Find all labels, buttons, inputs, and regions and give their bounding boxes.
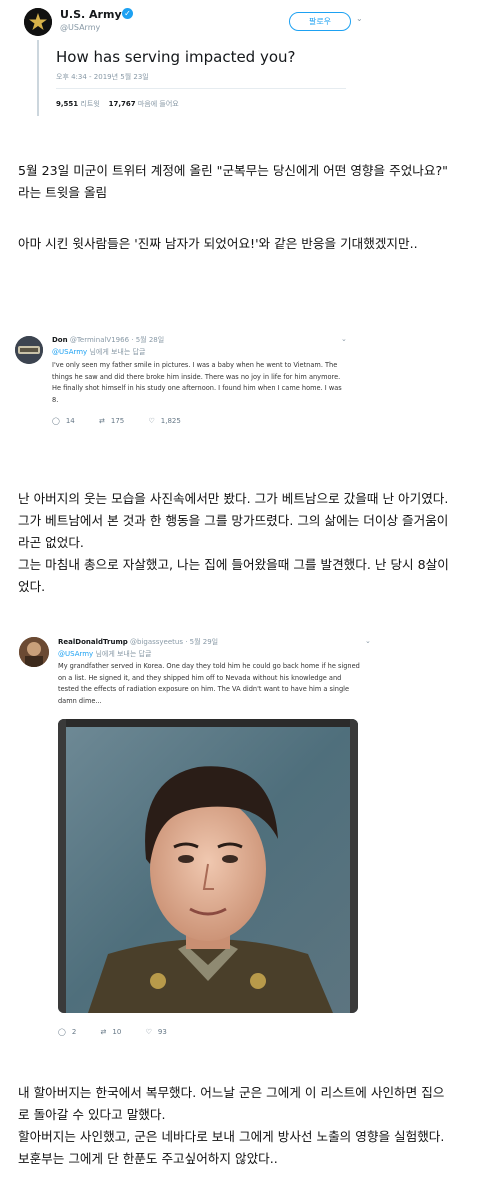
reply-tweet-card-2: RealDonaldTrump @bigassyeetus · 5월 29일 ⌄… xyxy=(10,630,376,1046)
retweet-count: 10 xyxy=(112,1028,122,1036)
reply-context: @USArmy 님에게 보내는 답글 xyxy=(52,347,145,357)
retweet-icon: ⇄ xyxy=(99,417,105,425)
reply-handle-link[interactable]: @USArmy xyxy=(52,348,87,356)
army-tweet-card: U.S. Army ✓ @USArmy 팔로우 ⌄ How has servin… xyxy=(14,0,363,122)
reply-icon: ◯ xyxy=(58,1028,66,1036)
reply-count: 2 xyxy=(71,1028,77,1036)
account-name[interactable]: RealDonaldTrump xyxy=(58,638,128,646)
caption-paragraph-1: 5월 23일 미군이 트위터 계정에 올린 "군복무는 당신에게 어떤 영향을 … xyxy=(18,163,448,200)
reply-action[interactable]: ◯ 14 xyxy=(52,417,75,425)
reply-icon: ◯ xyxy=(52,417,60,425)
retweet-action[interactable]: ⇄ 10 xyxy=(101,1028,122,1036)
reply-context: @USArmy 님에게 보내는 답글 xyxy=(58,649,151,659)
heart-icon: ♡ xyxy=(148,417,155,425)
reply-handle-link[interactable]: @USArmy xyxy=(58,650,93,658)
verified-icon: ✓ xyxy=(122,8,133,19)
account-name[interactable]: U.S. Army xyxy=(60,8,122,21)
don-avatar[interactable] xyxy=(15,336,43,364)
like-action[interactable]: ♡ 1,825 xyxy=(148,417,180,425)
reply-suffix: 님에게 보내는 답글 xyxy=(89,348,146,356)
retweet-action[interactable]: ⇄ 175 xyxy=(99,417,124,425)
like-count: 1,825 xyxy=(160,417,181,425)
account-name[interactable]: Don xyxy=(52,336,68,344)
tweet-text: I've only seen my father smile in pictur… xyxy=(52,361,342,404)
chevron-down-icon[interactable]: ⌄ xyxy=(356,14,363,23)
tweet-text: How has serving impacted you? xyxy=(56,48,296,66)
tweet-stats: 9,551 리트윗 17,767 마음에 들어요 xyxy=(56,99,179,109)
tweet-text: My grandfather served in Korea. One day … xyxy=(58,662,360,705)
reply-action[interactable]: ◯ 2 xyxy=(58,1028,76,1036)
tweet-timestamp[interactable]: 오후 4:34 - 2019년 5월 23일 xyxy=(56,72,149,82)
chevron-down-icon[interactable]: ⌄ xyxy=(365,637,371,645)
like-action[interactable]: ♡ 93 xyxy=(146,1028,167,1036)
reply-suffix: 님에게 보내는 답글 xyxy=(95,650,152,658)
caption-paragraph-4: 내 할아버지는 한국에서 복무했다. 어느날 군은 그에게 이 리스트에 사인하… xyxy=(18,1085,445,1166)
follow-button[interactable]: 팔로우 xyxy=(289,12,351,31)
account-handle[interactable]: @USArmy xyxy=(60,23,100,32)
retweet-icon: ⇄ xyxy=(100,1028,107,1036)
retweet-label[interactable]: 리트윗 xyxy=(80,100,99,108)
heart-icon: ♡ xyxy=(145,1028,152,1036)
like-count[interactable]: 17,767 xyxy=(109,100,136,108)
user-avatar[interactable] xyxy=(19,637,49,667)
caption-paragraph-3: 난 아버지의 웃는 모습을 사진속에서만 봤다. 그가 베트남으로 갔을때 난 … xyxy=(18,491,449,594)
reply-count: 14 xyxy=(65,417,75,425)
divider xyxy=(56,88,346,89)
like-label[interactable]: 마음에 들어요 xyxy=(138,100,179,108)
like-count: 93 xyxy=(157,1028,167,1036)
chevron-down-icon[interactable]: ⌄ xyxy=(341,335,347,343)
tweet-header: Don @TerminalV1966 · 5월 28일 xyxy=(52,335,164,345)
reply-tweet-card-1: Don @TerminalV1966 · 5월 28일 ⌄ @USArmy 님에… xyxy=(8,325,352,437)
caption-paragraph-2: 아마 시킨 윗사람들은 '진짜 남자가 되었어요!'와 같은 반응을 기대했겠지… xyxy=(18,236,418,251)
army-avatar[interactable] xyxy=(24,8,52,36)
attached-portrait-photo[interactable] xyxy=(58,719,358,1013)
tweet-actions: ◯ 14 ⇄ 175 ♡ 1,825 xyxy=(52,417,203,425)
account-meta[interactable]: @bigassyeetus · 5월 29일 xyxy=(130,638,218,646)
thread-line xyxy=(37,40,39,116)
tweet-actions: ◯ 2 ⇄ 10 ♡ 93 xyxy=(58,1028,189,1036)
retweet-count: 175 xyxy=(110,417,125,425)
account-meta[interactable]: @TerminalV1966 · 5월 28일 xyxy=(70,336,164,344)
retweet-count[interactable]: 9,551 xyxy=(56,100,78,108)
tweet-header: RealDonaldTrump @bigassyeetus · 5월 29일 xyxy=(58,637,218,647)
